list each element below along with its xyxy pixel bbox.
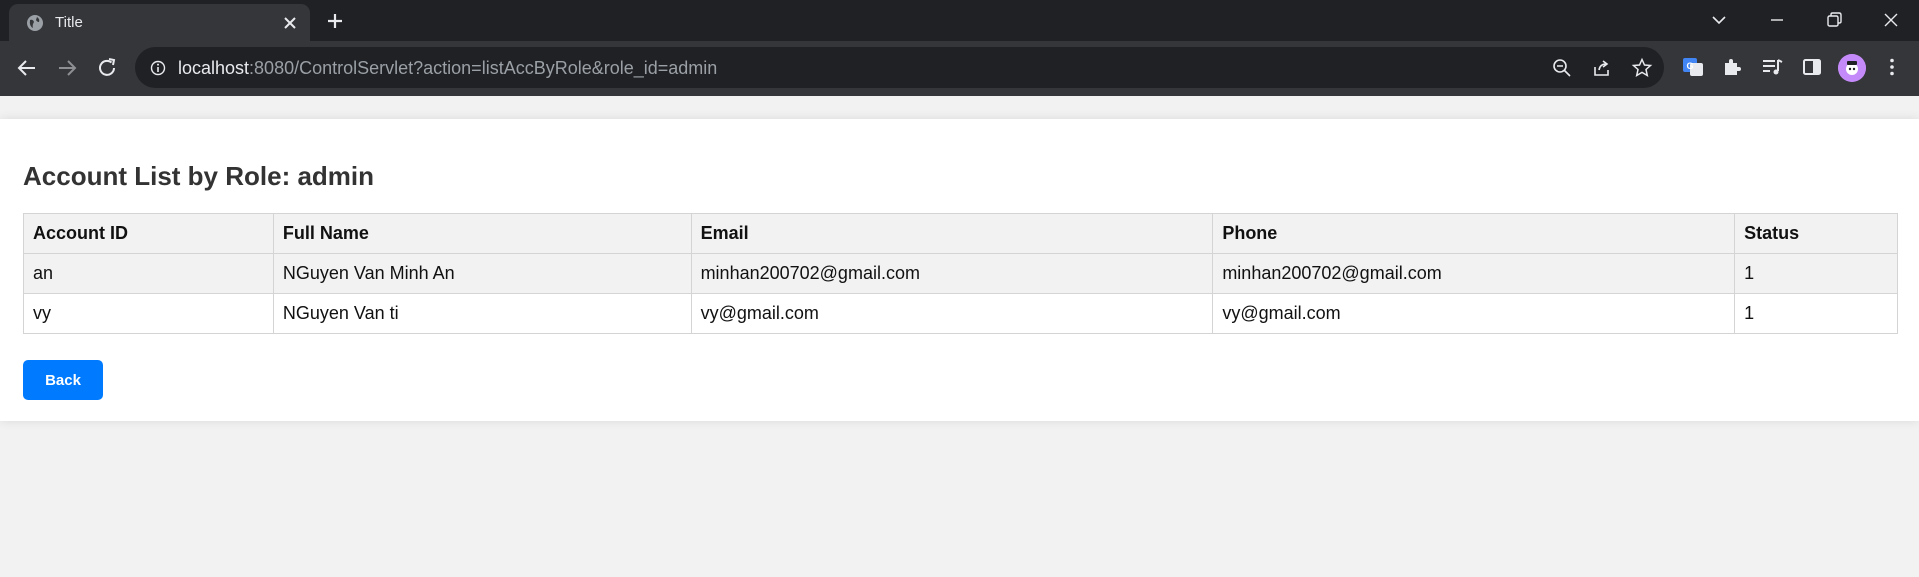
- url-text[interactable]: localhost:8080/ControlServlet?action=lis…: [178, 58, 717, 79]
- tab-title: Title: [55, 14, 83, 31]
- header-phone: Phone: [1212, 213, 1736, 254]
- cell-full-name: NGuyen Van Minh An: [272, 253, 692, 294]
- back-arrow-icon[interactable]: [15, 56, 39, 80]
- header-email: Email: [690, 213, 1214, 254]
- google-translate-icon[interactable]: G: [1681, 55, 1705, 79]
- table-row: an NGuyen Van Minh An minhan200702@gmail…: [23, 253, 1898, 294]
- cell-status: 1: [1734, 253, 1898, 294]
- page-body: Account List by Role: admin Account ID F…: [0, 96, 1919, 577]
- media-queue-icon[interactable]: [1760, 55, 1784, 79]
- cell-email: minhan200702@gmail.com: [690, 253, 1214, 294]
- header-full-name: Full Name: [272, 213, 692, 254]
- cell-email: vy@gmail.com: [690, 293, 1214, 334]
- svg-text:G: G: [1686, 61, 1693, 71]
- account-table: Account ID Full Name Email Phone Status …: [23, 213, 1898, 334]
- side-panel-icon[interactable]: [1800, 55, 1824, 79]
- url-path: :8080/ControlServlet?action=listAccByRol…: [249, 58, 718, 78]
- cell-full-name: NGuyen Van ti: [272, 293, 692, 334]
- page-title: Account List by Role: admin: [23, 161, 375, 191]
- browser-tab-bar: Title: [0, 0, 1919, 41]
- chrome-menu-icon[interactable]: [1880, 55, 1904, 79]
- reload-icon[interactable]: [95, 56, 119, 80]
- cell-account-id: an: [23, 253, 274, 294]
- table-header-row: Account ID Full Name Email Phone Status: [23, 213, 1898, 254]
- content-card: Account List by Role: admin Account ID F…: [0, 119, 1919, 421]
- close-window-icon[interactable]: [1879, 8, 1903, 32]
- browser-toolbar: localhost:8080/ControlServlet?action=lis…: [0, 41, 1919, 96]
- tab-search-chevron-icon[interactable]: [1707, 8, 1731, 32]
- url-host: localhost: [178, 58, 250, 78]
- forward-arrow-icon[interactable]: [55, 56, 79, 80]
- site-info-icon[interactable]: [150, 60, 166, 76]
- globe-icon: [27, 15, 43, 31]
- cell-phone: vy@gmail.com: [1212, 293, 1736, 334]
- zoom-out-icon[interactable]: [1551, 57, 1573, 79]
- header-status: Status: [1734, 213, 1898, 254]
- avatar-illustration-icon: [1838, 54, 1866, 82]
- extensions-puzzle-icon[interactable]: [1720, 55, 1744, 79]
- browser-tab[interactable]: Title: [9, 4, 310, 41]
- cell-status: 1: [1734, 293, 1898, 334]
- table-row: vy NGuyen Van ti vy@gmail.com vy@gmail.c…: [23, 293, 1898, 334]
- restore-icon[interactable]: [1822, 8, 1846, 32]
- bookmark-star-icon[interactable]: [1631, 57, 1653, 79]
- new-tab-icon[interactable]: [326, 12, 344, 30]
- header-account-id: Account ID: [23, 213, 274, 254]
- profile-avatar[interactable]: [1838, 54, 1866, 82]
- minimize-icon[interactable]: [1765, 8, 1789, 32]
- share-icon[interactable]: [1591, 57, 1613, 79]
- close-tab-icon[interactable]: [282, 15, 298, 31]
- back-button[interactable]: Back: [23, 360, 103, 400]
- cell-phone: minhan200702@gmail.com: [1212, 253, 1736, 294]
- cell-account-id: vy: [23, 293, 274, 334]
- address-bar[interactable]: localhost:8080/ControlServlet?action=lis…: [135, 47, 1664, 88]
